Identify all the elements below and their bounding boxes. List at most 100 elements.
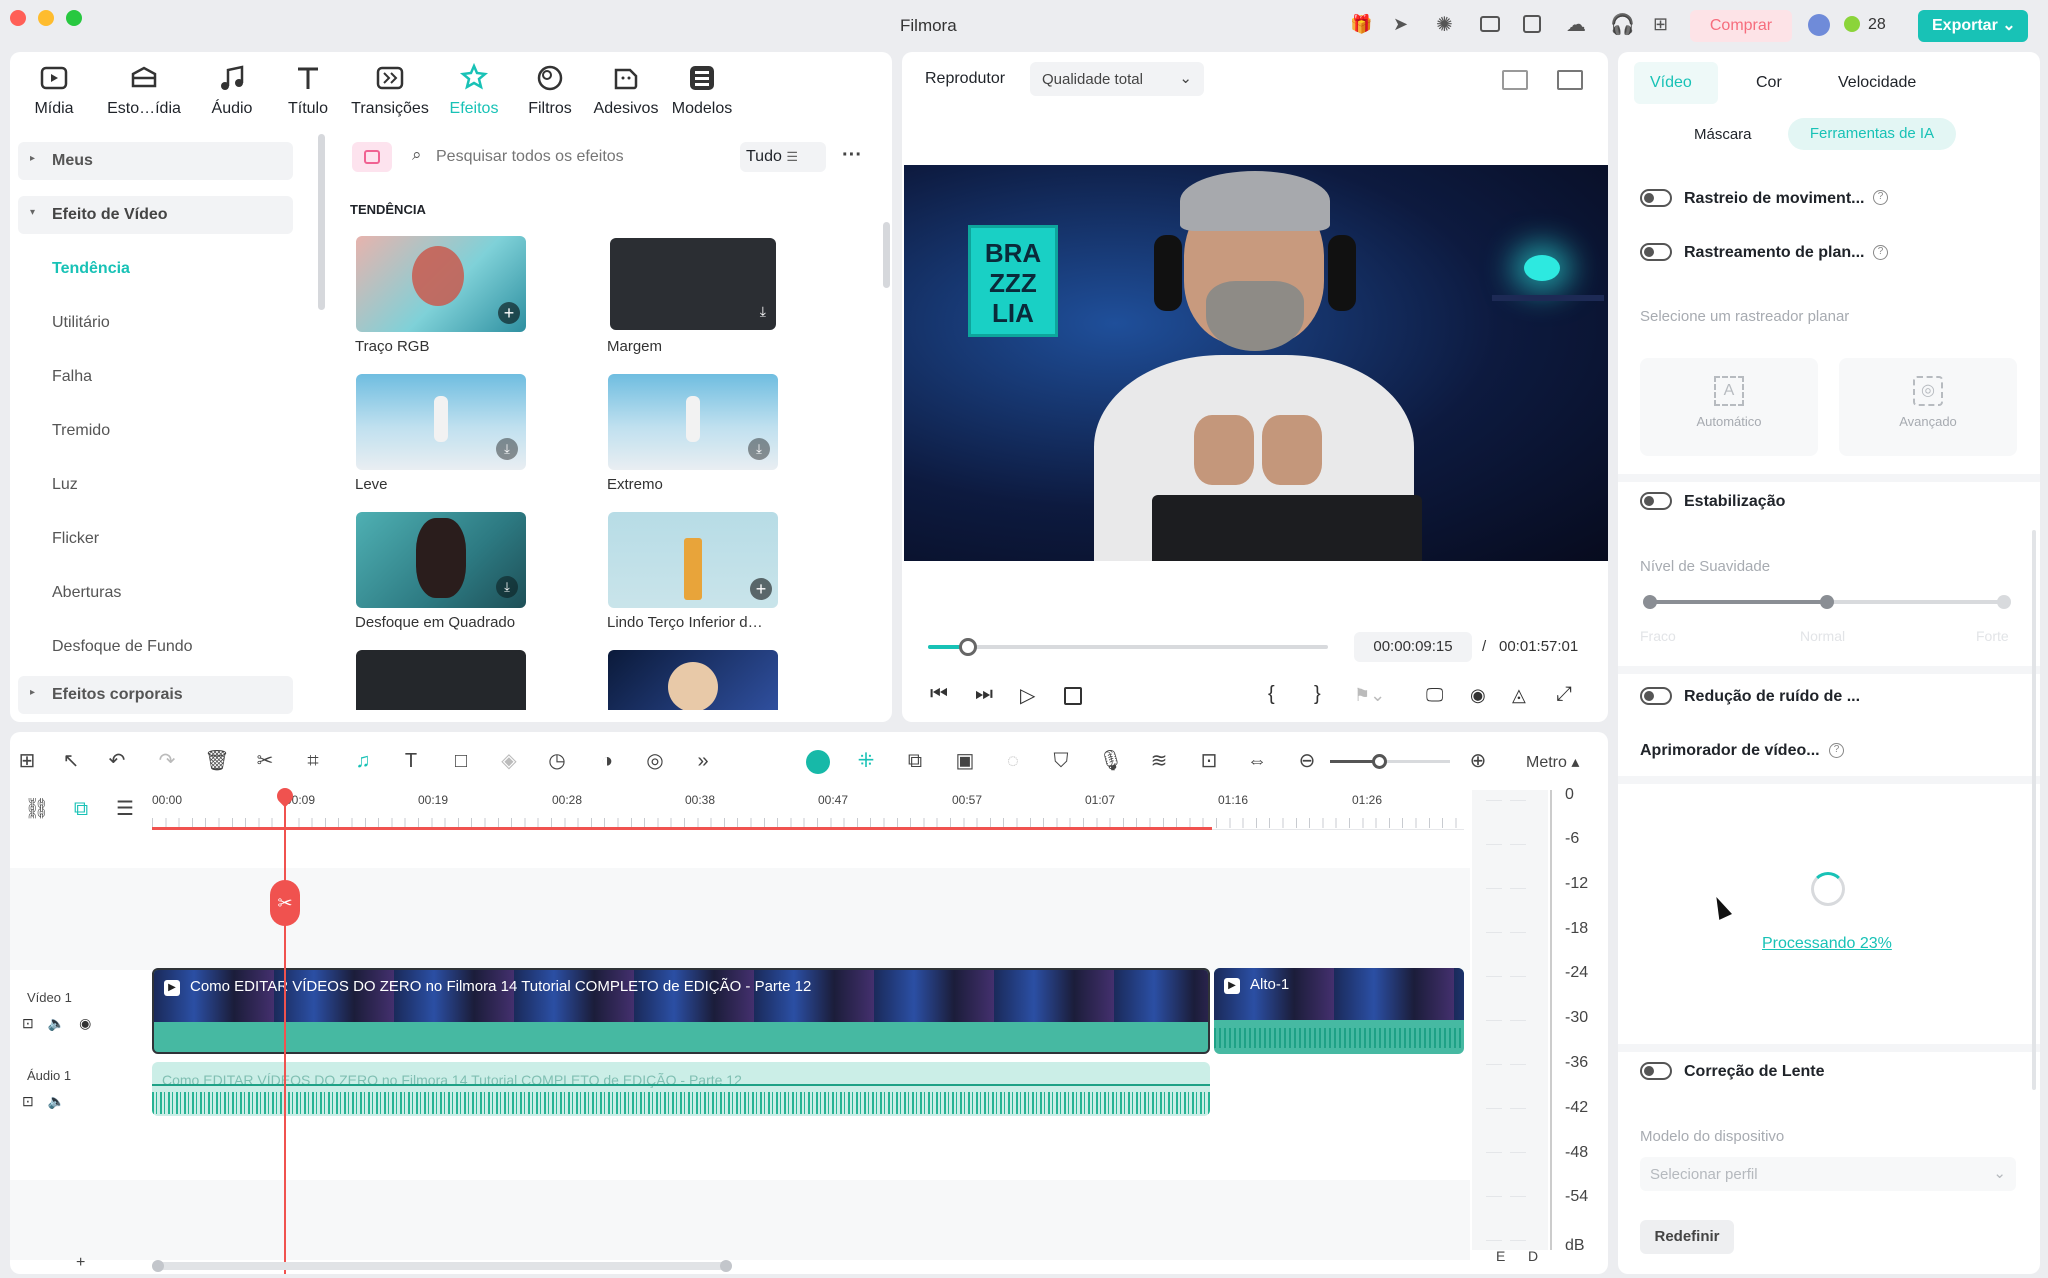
download-icon[interactable]: ⤓ bbox=[496, 576, 518, 598]
select-tool-icon[interactable]: ↖ bbox=[58, 748, 84, 774]
tab-effects[interactable]: Efeitos bbox=[434, 62, 514, 118]
advanced-tracker-button[interactable]: ◎ Avançado bbox=[1839, 358, 2017, 456]
track-manager-icon[interactable]: ☰ bbox=[112, 796, 138, 822]
snap-icon[interactable]: ⁜ bbox=[853, 748, 879, 774]
tab-filters[interactable]: Filtros bbox=[510, 62, 590, 118]
previous-frame-icon[interactable]: ⏮ bbox=[930, 683, 948, 706]
lock-icon[interactable]: ⊡ bbox=[22, 1093, 48, 1109]
scrollbar-handle-left[interactable] bbox=[152, 1260, 164, 1272]
headset-icon[interactable]: 🎧 bbox=[1610, 12, 1635, 37]
effects-scrollbar[interactable] bbox=[883, 222, 890, 288]
download-icon[interactable]: ⤓ bbox=[748, 438, 770, 460]
replace-icon[interactable]: ⊡ bbox=[1196, 748, 1222, 774]
snapshot-view-icon[interactable] bbox=[1557, 70, 1583, 90]
mask-icon[interactable]: ◈ bbox=[496, 748, 522, 774]
audio-track-controls[interactable]: ⊡🔈 bbox=[22, 1093, 79, 1110]
sidebar-item-shake[interactable]: Tremido bbox=[52, 422, 110, 440]
audio-clip[interactable]: Como EDITAR VÍDEOS DO ZERO no Filmora 14… bbox=[152, 1062, 1210, 1116]
tab-color[interactable]: Cor bbox=[1756, 74, 1782, 92]
sidebar-item-utility[interactable]: Utilitário bbox=[52, 314, 110, 332]
auto-tracker-button[interactable]: A Automático bbox=[1640, 358, 1818, 456]
planar-tracking-toggle[interactable] bbox=[1640, 243, 1672, 261]
subtab-ai-tools[interactable]: Ferramentas de IA bbox=[1788, 118, 1956, 150]
meter-dropdown[interactable]: Metro ▴ bbox=[1526, 752, 1579, 772]
mark-in-icon[interactable]: { bbox=[1268, 683, 1275, 706]
effect-tile-light[interactable]: ⤓ bbox=[356, 374, 526, 470]
gift-icon[interactable]: 🎁 bbox=[1350, 14, 1372, 36]
maximize-window-button[interactable] bbox=[66, 10, 82, 26]
shape-icon[interactable]: □ bbox=[448, 748, 474, 774]
tab-stock-media[interactable]: Esto…ídia bbox=[104, 62, 184, 118]
effect-tile-partial[interactable] bbox=[356, 650, 526, 710]
add-icon[interactable]: + bbox=[750, 578, 772, 600]
sidebar-scrollbar[interactable] bbox=[318, 134, 325, 310]
tab-title[interactable]: Título bbox=[268, 62, 348, 118]
audio-off-icon[interactable]: ◬ bbox=[1512, 685, 1526, 706]
mark-out-icon[interactable]: } bbox=[1314, 683, 1321, 706]
keyframe-icon[interactable]: ◌ bbox=[1000, 748, 1026, 774]
video-clip[interactable]: ▶ Como EDITAR VÍDEOS DO ZERO no Filmora … bbox=[152, 968, 1210, 1054]
send-icon[interactable]: ➤ bbox=[1393, 14, 1408, 35]
zoom-handle[interactable] bbox=[1372, 754, 1387, 769]
tab-video[interactable]: Vídeo bbox=[1650, 74, 1692, 92]
lens-correction-toggle[interactable] bbox=[1640, 1062, 1672, 1080]
more-tools-icon[interactable]: » bbox=[690, 748, 716, 774]
favorites-button[interactable] bbox=[352, 142, 392, 172]
split-icon[interactable]: ✂ bbox=[252, 748, 278, 774]
sidebar-item-flicker[interactable]: Flicker bbox=[52, 530, 99, 548]
tab-stickers[interactable]: Adesivos bbox=[586, 62, 666, 118]
effect-tile-lower-third[interactable]: + bbox=[608, 512, 778, 608]
close-window-button[interactable] bbox=[10, 10, 26, 26]
audio-beat-icon[interactable]: ♫ bbox=[350, 748, 376, 774]
delete-icon[interactable]: 🗑 bbox=[204, 748, 230, 774]
crop-icon[interactable]: ⌗ bbox=[300, 748, 326, 774]
speed-icon[interactable]: ◷ bbox=[544, 748, 570, 774]
motion-tracking-toggle[interactable] bbox=[1640, 189, 1672, 207]
eye-icon[interactable]: ◉ bbox=[79, 1015, 105, 1031]
camera-icon[interactable]: ◉ bbox=[1470, 685, 1486, 706]
subtab-mask[interactable]: Máscara bbox=[1694, 126, 1752, 143]
help-icon[interactable]: ? bbox=[1873, 190, 1888, 205]
more-options-icon[interactable]: ··· bbox=[842, 144, 862, 167]
play-icon[interactable]: ▷ bbox=[1020, 683, 1035, 708]
effect-tile-extreme[interactable]: ⤓ bbox=[608, 374, 778, 470]
text-icon[interactable]: T bbox=[398, 748, 424, 774]
audio-mix-icon[interactable]: ≋ bbox=[1146, 748, 1172, 774]
fit-timeline-icon[interactable]: ⇔ bbox=[1244, 748, 1270, 774]
stop-icon[interactable] bbox=[1064, 687, 1082, 705]
video-preview[interactable]: BRA ZZZ LIA bbox=[904, 165, 1608, 561]
speaker-icon[interactable]: 🔈 bbox=[48, 1093, 79, 1109]
add-icon[interactable]: + bbox=[498, 302, 520, 324]
smoothness-slider[interactable] bbox=[1643, 595, 2011, 609]
tab-audio[interactable]: Áudio bbox=[192, 62, 272, 118]
video-clip-2[interactable]: ▶ Alto-1 bbox=[1214, 968, 1464, 1054]
scrollbar-handle-right[interactable] bbox=[720, 1260, 732, 1272]
effect-tile-partial[interactable] bbox=[608, 650, 778, 710]
color-palette-icon[interactable]: ◑ bbox=[594, 748, 620, 774]
magnet-icon[interactable]: ⧉ bbox=[68, 796, 94, 822]
tab-transitions[interactable]: Transições bbox=[350, 62, 430, 118]
zoom-slider[interactable] bbox=[1330, 754, 1450, 769]
download-icon[interactable]: ⤓ bbox=[760, 303, 766, 320]
multi-layout-icon[interactable]: ⊞ bbox=[14, 748, 40, 774]
sidebar-item-trending[interactable]: Tendência bbox=[52, 260, 130, 278]
loading-icon[interactable]: ✺ bbox=[1436, 12, 1453, 37]
undo-icon[interactable]: ↶ bbox=[104, 748, 130, 774]
ai-mate-icon[interactable] bbox=[806, 750, 830, 774]
zoom-out-icon[interactable]: ⊖ bbox=[1294, 748, 1320, 774]
effect-tile-rgb-trace[interactable]: + bbox=[356, 236, 526, 332]
sidebar-group-video[interactable]: ▾ Efeito de Vídeo bbox=[18, 196, 293, 234]
link-icon[interactable]: ⛓ bbox=[24, 796, 50, 822]
fullscreen-icon[interactable]: ⤢ bbox=[1556, 683, 1572, 706]
minimize-window-button[interactable] bbox=[38, 10, 54, 26]
playhead[interactable] bbox=[284, 790, 286, 1274]
ai-audio-icon[interactable]: ◎ bbox=[642, 748, 668, 774]
sidebar-group-mine[interactable]: ▸ Meus bbox=[18, 142, 293, 180]
speaker-icon[interactable]: 🔈 bbox=[48, 1015, 79, 1031]
display-icon[interactable]: 🖵 bbox=[1426, 685, 1443, 706]
auto-reframe-icon[interactable]: ⧉ bbox=[902, 748, 928, 774]
tab-media[interactable]: Mídia bbox=[14, 62, 94, 118]
playback-handle[interactable] bbox=[959, 638, 977, 656]
video-track-controls[interactable]: ⊡🔈◉ bbox=[22, 1015, 105, 1032]
sidebar-item-light[interactable]: Luz bbox=[52, 476, 78, 494]
